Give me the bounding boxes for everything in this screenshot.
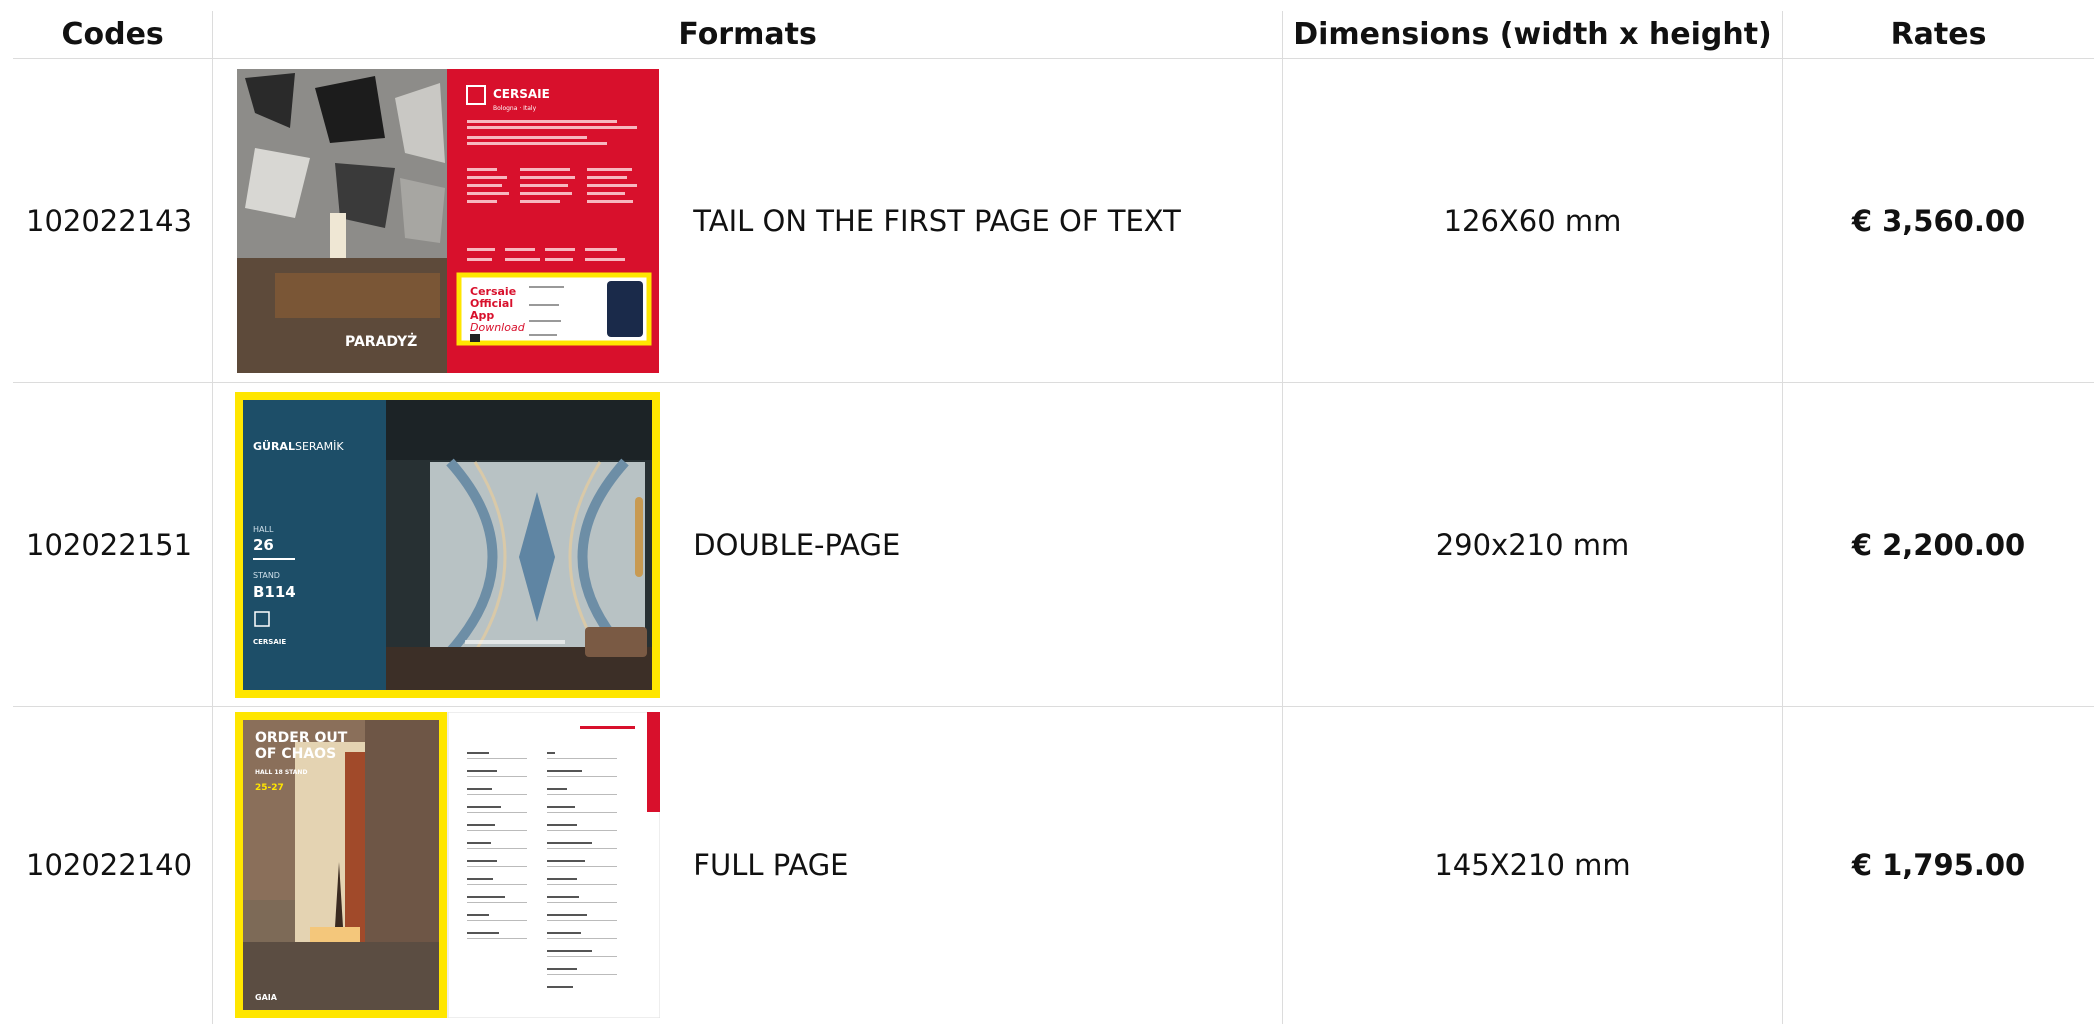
header-codes: Codes [13,11,213,59]
exhibitor-logo: PARADYŻ [345,333,417,350]
row-dimensions: 145X210 mm [1281,706,1783,1024]
table-header-row: Codes Formats Dimensions (width x height… [13,11,2094,59]
svg-text:OF CHAOS: OF CHAOS [255,746,336,762]
phone-mockup-icon [607,280,644,337]
svg-text:Bologna · Italy: Bologna · Italy [493,105,537,112]
table-row: 102022151 GÜRAL SERAMİK HALL 26 STAND B1… [13,382,2094,707]
svg-text:CERSAIE: CERSAIE [253,638,286,646]
svg-text:B114: B114 [253,583,296,601]
rates-table: Codes Formats Dimensions (width x height… [13,11,2094,1024]
svg-text:SERAMİK: SERAMİK [295,440,344,453]
format-name: TAIL ON THE FIRST PAGE OF TEXT [693,203,1181,238]
header-formats: Formats [212,11,1283,59]
table-row: 102022143 PARADYŻ CERSAIE Bologna · Ital… [13,58,2094,383]
gural-brand: GÜRAL [253,439,295,453]
format-name: FULL PAGE [693,848,849,883]
row-format-cell: GÜRAL SERAMİK HALL 26 STAND B114 CERSAIE [212,382,1283,707]
svg-text:Download: Download [470,321,526,334]
table-row: 102022140 ORDER OUT OF CHAOS HALL 18 STA… [13,706,2094,1024]
row-format-cell: ORDER OUT OF CHAOS HALL 18 STAND 25-27 G… [212,706,1283,1024]
header-dimensions: Dimensions (width x height) [1281,11,1783,59]
format-thumbnail-full-page: ORDER OUT OF CHAOS HALL 18 STAND 25-27 G… [235,712,661,1019]
row-rate: € 3,560.00 [1782,58,2094,383]
format-thumbnail-tail-first-page: PARADYŻ CERSAIE Bologna · Italy Cersaie … [235,67,661,374]
row-code: 102022143 [26,203,193,238]
row-dimensions: 290x210 mm [1281,382,1783,707]
row-rate: € 2,200.00 [1782,382,2094,707]
svg-text:HALL 18 STAND: HALL 18 STAND [255,769,307,776]
svg-text:25-27: 25-27 [255,783,284,793]
gaia-logo: GAIA [255,993,278,1002]
row-dimensions: 126X60 mm [1281,58,1783,383]
row-code: 102022140 [13,706,213,1024]
svg-text:HALL: HALL [253,525,274,534]
format-name: DOUBLE-PAGE [693,527,901,562]
cersaie-brand: CERSAIE [493,87,550,101]
row-rate: € 1,795.00 [1782,706,2094,1024]
row-format-cell: PARADYŻ CERSAIE Bologna · Italy Cersaie … [212,58,1283,383]
svg-text:26: 26 [253,536,274,554]
row-code: 102022151 [13,382,213,707]
format-thumbnail-double-page: GÜRAL SERAMİK HALL 26 STAND B114 CERSAIE [235,391,661,698]
header-rates: Rates [1782,11,2094,59]
svg-text:STAND: STAND [253,571,280,580]
svg-text:ORDER OUT: ORDER OUT [255,730,348,746]
